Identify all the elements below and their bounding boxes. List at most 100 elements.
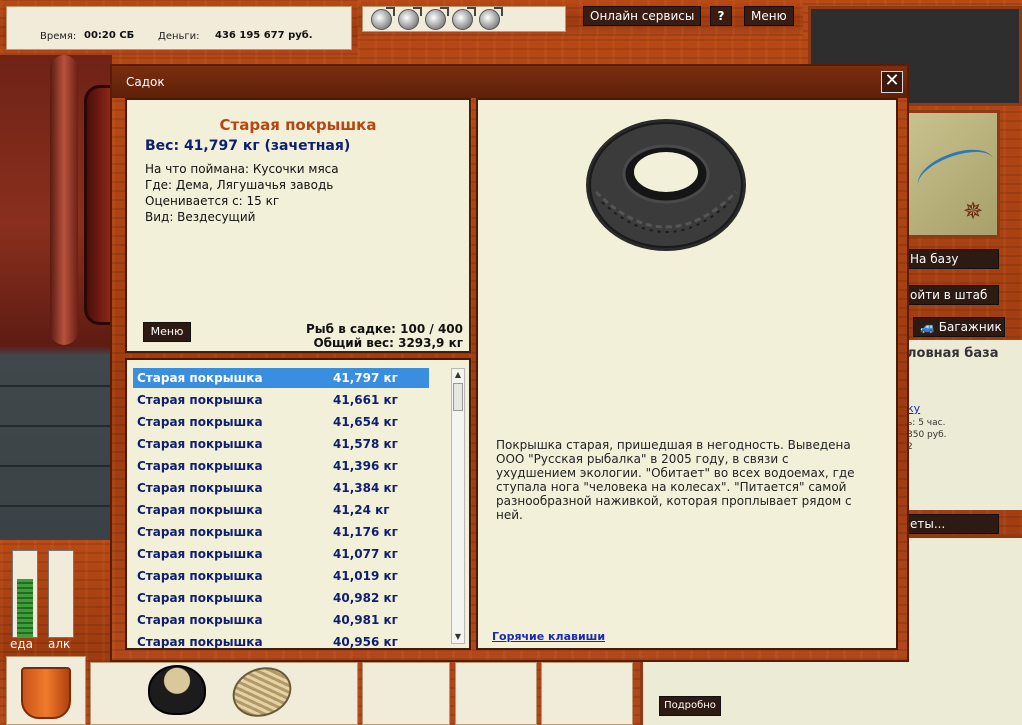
- scroll-thumb[interactable]: [453, 383, 463, 411]
- lure-icon[interactable]: [425, 8, 446, 30]
- keepnet-menu-button[interactable]: Меню: [143, 322, 191, 342]
- fish-list-row[interactable]: Старая покрышка 40,981 кг: [133, 610, 429, 630]
- fish-row-weight: 41,019 кг: [333, 569, 398, 583]
- tickets-button[interactable]: еты...: [903, 514, 999, 534]
- fish-detail-panel: Покрышка старая, пришедшая в негодность.…: [476, 98, 898, 650]
- trunk-button[interactable]: 🚙 Багажник: [913, 317, 1005, 337]
- species: Вид: Вездесущий: [145, 210, 256, 224]
- inventory-slot[interactable]: [541, 662, 633, 725]
- fish-row-name: Старая покрышка: [137, 371, 263, 385]
- status-panel-inner: [6, 6, 352, 50]
- main-menu-button[interactable]: Меню: [744, 6, 794, 26]
- fish-row-name: Старая покрышка: [137, 547, 263, 561]
- time-label: Время:: [40, 31, 77, 42]
- wooden-pole: [50, 55, 78, 345]
- fish-list-row[interactable]: Старая покрышка 40,956 кг: [133, 632, 429, 649]
- dialog-title: Садок: [126, 75, 165, 89]
- alcohol-meter: [48, 550, 74, 638]
- fish-list-row[interactable]: Старая покрышка 41,797 кг: [133, 368, 429, 388]
- caught-on: На что поймана: Кусочки мяса: [145, 162, 339, 176]
- fish-description: Покрышка старая, пришедшая в негодность.…: [496, 438, 855, 522]
- inventory-slot[interactable]: [362, 662, 450, 725]
- fish-row-weight: 40,956 кг: [333, 635, 398, 649]
- fish-weight: Вес: 41,797 кг (зачетная): [145, 138, 351, 154]
- fish-list-row[interactable]: Старая покрышка 41,396 кг: [133, 456, 429, 476]
- food-meter: [12, 550, 38, 638]
- fish-list-row[interactable]: Старая покрышка 41,019 кг: [133, 566, 429, 586]
- river-line: [911, 140, 997, 206]
- fish-row-name: Старая покрышка: [137, 591, 263, 605]
- fish-row-weight: 41,176 кг: [333, 525, 398, 539]
- base-info-title: ловная база: [907, 346, 999, 361]
- alcohol-label: алк: [48, 637, 71, 651]
- trunk-label: Багажник: [938, 320, 1002, 334]
- compass-icon: ✵: [962, 197, 984, 225]
- car-icon: 🚙: [920, 320, 935, 334]
- tackle-toolbar: Онлайн сервисы ? Меню: [358, 0, 803, 36]
- fish-row-name: Старая покрышка: [137, 613, 263, 627]
- scroll-down-icon[interactable]: ▼: [452, 631, 464, 643]
- lure-icon[interactable]: [479, 8, 500, 30]
- fish-list-row[interactable]: Старая покрышка 40,982 кг: [133, 588, 429, 608]
- total-weight: Общий вес: 3293,9 кг: [313, 336, 463, 350]
- floorboard: [0, 465, 112, 467]
- map-thumbnail[interactable]: ✵: [905, 110, 1000, 238]
- bucket-icon: [21, 667, 71, 719]
- keepnet-dialog: Садок ✕ Старая покрышка Вес: 41,797 кг (…: [110, 64, 909, 662]
- to-base-button[interactable]: На базу: [903, 249, 999, 269]
- rated-from: Оценивается с: 15 кг: [145, 194, 280, 208]
- close-icon[interactable]: ✕: [881, 71, 903, 93]
- fish-row-name: Старая покрышка: [137, 481, 263, 495]
- fish-row-name: Старая покрышка: [137, 635, 263, 649]
- fish-list-row[interactable]: Старая покрышка 41,578 кг: [133, 434, 429, 454]
- food-meter-fill: [17, 578, 33, 637]
- base-info-line: 350 руб.: [907, 430, 947, 440]
- fish-list-row[interactable]: Старая покрышка 41,077 кг: [133, 544, 429, 564]
- fish-row-weight: 41,797 кг: [333, 371, 398, 385]
- fish-name: Старая покрышка: [219, 116, 377, 134]
- time-value: 00:20 СБ: [84, 30, 135, 41]
- hotkeys-link[interactable]: Горячие клавиши: [492, 630, 605, 643]
- fish-row-name: Старая покрышка: [137, 437, 263, 451]
- floorboard: [0, 385, 112, 387]
- fish-row-weight: 41,578 кг: [333, 437, 398, 451]
- cauldron-icon[interactable]: [148, 665, 206, 715]
- help-button[interactable]: ?: [710, 6, 732, 26]
- fish-row-weight: 40,982 кг: [333, 591, 398, 605]
- fish-list-row[interactable]: Старая покрышка 41,661 кг: [133, 390, 429, 410]
- fish-row-name: Старая покрышка: [137, 415, 263, 429]
- fish-list-row[interactable]: Старая покрышка 41,384 кг: [133, 478, 429, 498]
- fish-list-scrollbar[interactable]: ▲ ▼: [451, 368, 465, 644]
- fish-row-weight: 41,661 кг: [333, 393, 398, 407]
- fish-list: Старая покрышка 41,797 кг Старая покрышка 4…: [125, 358, 471, 650]
- catch-location: Где: Дема, Лягушачья заводь: [145, 178, 334, 192]
- floorboard: [0, 425, 112, 427]
- go-to-hq-button[interactable]: ойти в штаб: [903, 285, 999, 305]
- fish-list-row[interactable]: Старая покрышка 41,24 кг: [133, 500, 429, 520]
- lure-icon[interactable]: [398, 8, 419, 30]
- base-info-line: ь: 5 час.: [907, 418, 946, 428]
- fish-row-name: Старая покрышка: [137, 393, 263, 407]
- online-services-button[interactable]: Онлайн сервисы: [583, 6, 702, 26]
- fish-row-weight: 41,396 кг: [333, 459, 398, 473]
- food-label: еда: [10, 637, 34, 651]
- dialog-titlebar: Садок: [112, 66, 907, 98]
- status-panel: Время: 00:20 СБ Деньги: 436 195 677 руб.: [0, 0, 358, 55]
- fish-info-panel: Старая покрышка Вес: 41,797 кг (зачетная…: [125, 98, 471, 353]
- food-slots: [90, 662, 358, 725]
- lure-icon[interactable]: [371, 8, 392, 30]
- fish-list-row[interactable]: Старая покрышка 41,176 кг: [133, 522, 429, 542]
- bucket-slot[interactable]: [6, 656, 86, 725]
- fish-row-weight: 41,24 кг: [333, 503, 390, 517]
- fish-row-name: Старая покрышка: [137, 503, 263, 517]
- lure-icon[interactable]: [452, 8, 473, 30]
- fish-row-name: Старая покрышка: [137, 525, 263, 539]
- scroll-up-icon[interactable]: ▲: [452, 369, 464, 381]
- base-info-panel: ловная база ку ь: 5 час. 350 руб. 2: [905, 340, 1022, 510]
- fish-row-weight: 41,384 кг: [333, 481, 398, 495]
- money-label: Деньги:: [158, 31, 200, 42]
- inventory-slot[interactable]: [455, 662, 537, 725]
- fish-list-row[interactable]: Старая покрышка 41,654 кг: [133, 412, 429, 432]
- more-details-button[interactable]: Подробно: [659, 696, 721, 716]
- fish-row-name: Старая покрышка: [137, 569, 263, 583]
